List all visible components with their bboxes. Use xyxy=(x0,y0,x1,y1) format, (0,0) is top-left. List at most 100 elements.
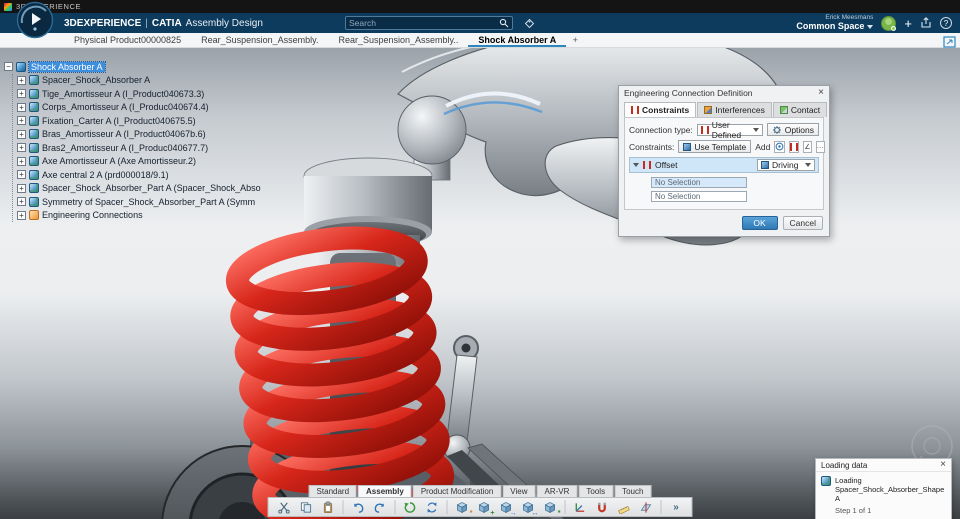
refresh-button[interactable] xyxy=(423,499,442,515)
constraint-row-offset[interactable]: Offset Driving xyxy=(630,158,818,172)
tab-shock-absorber[interactable]: Shock Absorber A xyxy=(468,33,566,47)
close-icon[interactable]: × xyxy=(940,460,946,470)
tree-expander[interactable] xyxy=(17,143,26,153)
tab-rear-suspension-1[interactable]: Rear_Suspension_Assembly. xyxy=(191,33,328,47)
cancel-button[interactable]: Cancel xyxy=(782,216,823,230)
tree-expander[interactable] xyxy=(17,210,26,220)
notification-body: Loading Spacer_Shock_Absorber_Shape A St… xyxy=(816,472,951,519)
selection-field-2[interactable] xyxy=(651,191,747,202)
tab-rear-suspension-2[interactable]: Rear_Suspension_Assembly.. xyxy=(328,33,468,47)
new-part-button[interactable] xyxy=(541,499,560,515)
search-box[interactable] xyxy=(345,16,513,30)
tree-expander[interactable] xyxy=(17,89,26,99)
constraint-mode-select[interactable]: Driving xyxy=(757,159,815,171)
tree-item-label[interactable]: Spacer_Shock_Absorber_Part A (Spacer_Sho… xyxy=(42,183,261,193)
ok-button[interactable]: OK xyxy=(741,216,778,230)
tree-expander[interactable] xyxy=(17,170,26,180)
toolbar-separator xyxy=(342,500,344,514)
tree-item: Axe Amortisseur A (Axe Amortisseur.2) xyxy=(17,155,261,169)
tab-physical-product[interactable]: Physical Product00000825 xyxy=(64,33,191,47)
use-template-button[interactable]: Use Template xyxy=(678,140,752,153)
paste-button[interactable] xyxy=(319,499,338,515)
avatar[interactable] xyxy=(881,15,897,31)
expand-viewport-icon[interactable] xyxy=(943,36,956,48)
snap-button[interactable] xyxy=(593,499,612,515)
tree-item-label[interactable]: Bras_Amortisseur A (I_Product04067b.6) xyxy=(42,129,206,139)
part-icon xyxy=(29,75,39,86)
search-icon[interactable] xyxy=(499,18,509,28)
tree-item: Tige_Amortisseur A (I_Product040673.3) xyxy=(17,87,261,101)
selection-field-1[interactable] xyxy=(651,177,747,188)
tree-item: Spacer_Shock_Absorber_Part A (Spacer_Sho… xyxy=(17,182,261,196)
update-button[interactable] xyxy=(401,499,420,515)
toolbar-separator xyxy=(446,500,448,514)
tag-search-icon[interactable] xyxy=(521,16,537,30)
tab-label: Constraints xyxy=(642,105,690,115)
offset-constraint-icon[interactable] xyxy=(789,140,800,153)
tree-item-label[interactable]: Bras2_Amortisseur A (I_Produc040677.7) xyxy=(42,143,208,153)
more-constraints-icon[interactable]: … xyxy=(815,140,825,153)
tree-expander[interactable] xyxy=(17,129,26,139)
tree-item-label[interactable]: Axe central 2 A (prd000018/9.1) xyxy=(42,170,169,180)
replace-component-button[interactable] xyxy=(519,499,538,515)
connection-type-select[interactable]: User Defined xyxy=(696,120,763,140)
insert-component-button[interactable] xyxy=(475,499,494,515)
specification-tree: Shock Absorber A Spacer_Shock_Absorber A… xyxy=(4,60,261,222)
options-button[interactable]: Options xyxy=(766,123,819,136)
tree-expander[interactable] xyxy=(17,102,26,112)
constraint-mode: Driving xyxy=(772,160,799,170)
tree-item-label[interactable]: Corps_Amortisseur A (I_Produc040674.4) xyxy=(42,102,209,112)
coincidence-constraint-icon[interactable] xyxy=(774,140,786,153)
tree-root-label[interactable]: Shock Absorber A xyxy=(28,60,106,73)
tree-expander[interactable] xyxy=(17,156,26,166)
new-tab-button[interactable]: + xyxy=(566,33,584,47)
user-space-selector[interactable]: Erick Meesmans Common Space xyxy=(796,14,874,31)
add-label: Add xyxy=(755,141,771,152)
tree-expander[interactable] xyxy=(17,116,26,126)
gear-icon xyxy=(772,125,782,135)
tree-expander[interactable] xyxy=(17,183,26,193)
measure-button[interactable] xyxy=(615,499,634,515)
connections-icon xyxy=(29,210,39,221)
undo-button[interactable] xyxy=(349,499,368,515)
tree-item-label[interactable]: Tige_Amortisseur A (I_Product040673.3) xyxy=(42,89,204,99)
tab-interferences[interactable]: Interferences xyxy=(697,102,772,117)
new-badge xyxy=(470,510,473,517)
tree-item-label[interactable]: Engineering Connections xyxy=(42,210,143,220)
coil-spring[interactable] xyxy=(225,226,455,519)
existing-product-button[interactable] xyxy=(497,499,516,515)
section-button[interactable] xyxy=(637,499,656,515)
help-button[interactable]: ? xyxy=(940,17,952,29)
tree-item-label[interactable]: Fixation_Carter A (I_Product040675.5) xyxy=(42,116,196,126)
search-input[interactable] xyxy=(349,18,499,28)
tree-expander[interactable] xyxy=(17,75,26,85)
angle-constraint-icon[interactable]: ∠ xyxy=(803,140,812,153)
cut-button[interactable] xyxy=(275,499,294,515)
tree-item-label[interactable]: Symmetry of Spacer_Shock_Absorber_Part A… xyxy=(42,197,255,207)
compass-logo[interactable] xyxy=(16,1,54,39)
axis-system-button[interactable] xyxy=(571,499,590,515)
component-cube-icon xyxy=(478,501,491,514)
new-product-button[interactable] xyxy=(453,499,472,515)
offset-icon xyxy=(643,161,651,169)
redo-button[interactable] xyxy=(371,499,390,515)
action-bar: » xyxy=(267,497,693,517)
tab-constraints[interactable]: Constraints xyxy=(624,102,697,117)
paste-icon xyxy=(323,501,333,513)
tree-expander[interactable] xyxy=(17,197,26,207)
tree-expander[interactable] xyxy=(4,62,13,72)
part-icon xyxy=(29,169,39,180)
more-tools-button[interactable]: » xyxy=(667,499,686,515)
add-content-button[interactable]: + xyxy=(904,17,912,30)
close-icon[interactable]: × xyxy=(818,88,824,98)
share-icon[interactable] xyxy=(920,17,932,29)
tab-contact[interactable]: Contact xyxy=(772,102,828,117)
copy-button[interactable] xyxy=(297,499,316,515)
toolbar-separator xyxy=(394,500,396,514)
update-icon xyxy=(404,501,416,513)
space-label: Common Space xyxy=(796,20,865,31)
tree-item-label[interactable]: Axe Amortisseur A (Axe Amortisseur.2) xyxy=(42,156,196,166)
cut-icon xyxy=(278,502,290,514)
tree-item-label[interactable]: Spacer_Shock_Absorber A xyxy=(42,75,150,85)
tree-item: Fixation_Carter A (I_Product040675.5) xyxy=(17,114,261,128)
